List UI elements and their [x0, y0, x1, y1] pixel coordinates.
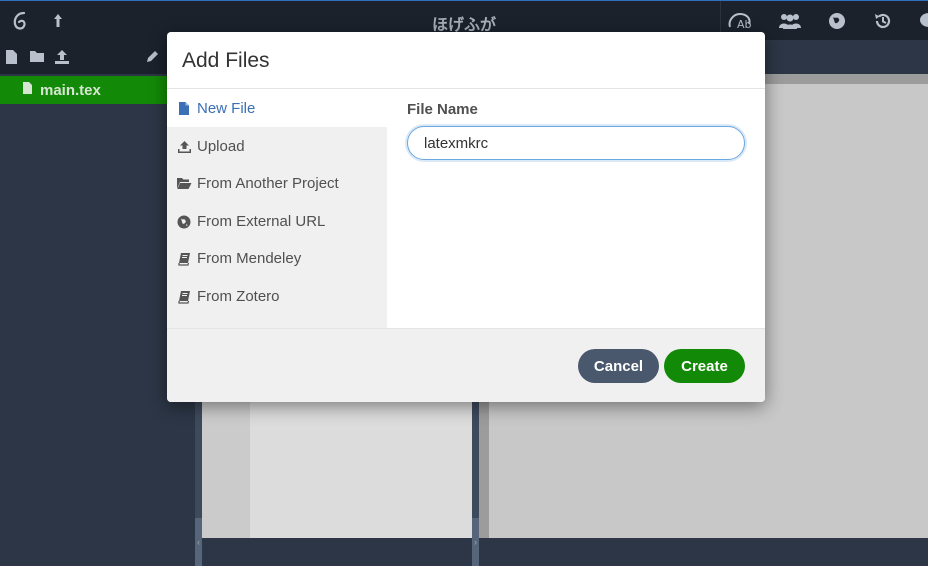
modal-title: Add Files: [182, 49, 270, 72]
file-icon: [176, 101, 192, 117]
svg-text:Ab: Ab: [737, 18, 752, 31]
modal-sidebar: New File Upload From Another Project Fro…: [167, 90, 387, 328]
modal-header: Add Files: [167, 32, 765, 89]
book-icon: [176, 251, 192, 267]
sidebar-item-label: From External URL: [197, 213, 326, 230]
sidebar-item-upload[interactable]: Upload: [167, 128, 387, 165]
sidebar-item-from-another-project[interactable]: From Another Project: [167, 165, 387, 202]
sidebar-item-from-zotero[interactable]: From Zotero: [167, 278, 387, 315]
upload-icon: [176, 139, 192, 155]
history-icon[interactable]: [863, 1, 903, 41]
upload-icon[interactable]: [54, 49, 70, 70]
globe-share-icon[interactable]: [817, 1, 857, 41]
modal-footer: Cancel Create: [167, 328, 765, 402]
users-icon[interactable]: [770, 1, 810, 41]
rename-pencil-icon[interactable]: [145, 49, 160, 69]
file-name-input[interactable]: [407, 126, 745, 160]
sidebar-item-label: From Another Project: [197, 175, 339, 192]
sidebar-item-label: New File: [197, 100, 256, 117]
sidebar-item-label: From Zotero: [197, 288, 280, 305]
new-folder-icon[interactable]: [29, 49, 45, 68]
new-file-icon[interactable]: [5, 49, 18, 70]
file-tree: main.tex: [0, 74, 195, 538]
file-name-label: File Name: [407, 101, 478, 118]
add-files-modal: Add Files New File Upload From Another P…: [167, 32, 765, 402]
cancel-button[interactable]: Cancel: [578, 349, 659, 383]
collapse-right-icon[interactable]: ›: [472, 518, 479, 566]
new-file-form: File Name: [387, 90, 765, 328]
sidebar-item-label: From Mendeley: [197, 250, 302, 267]
globe-icon: [176, 214, 192, 230]
file-tree-item-main-tex[interactable]: main.tex: [0, 76, 195, 104]
file-tree-toolbar: [0, 40, 167, 74]
create-button[interactable]: Create: [664, 349, 745, 383]
sidebar-item-from-external-url[interactable]: From External URL: [167, 203, 387, 240]
folder-open-icon: [176, 176, 192, 192]
sidebar-item-label: Upload: [197, 138, 245, 155]
sidebar-item-new-file[interactable]: New File: [167, 90, 387, 127]
file-name-label: main.tex: [40, 81, 101, 99]
sidebar-item-from-mendeley[interactable]: From Mendeley: [167, 240, 387, 277]
chat-icon[interactable]: [905, 1, 928, 41]
file-icon: [22, 81, 33, 99]
collapse-left-icon[interactable]: ‹: [195, 518, 202, 566]
book-icon: [176, 289, 192, 305]
